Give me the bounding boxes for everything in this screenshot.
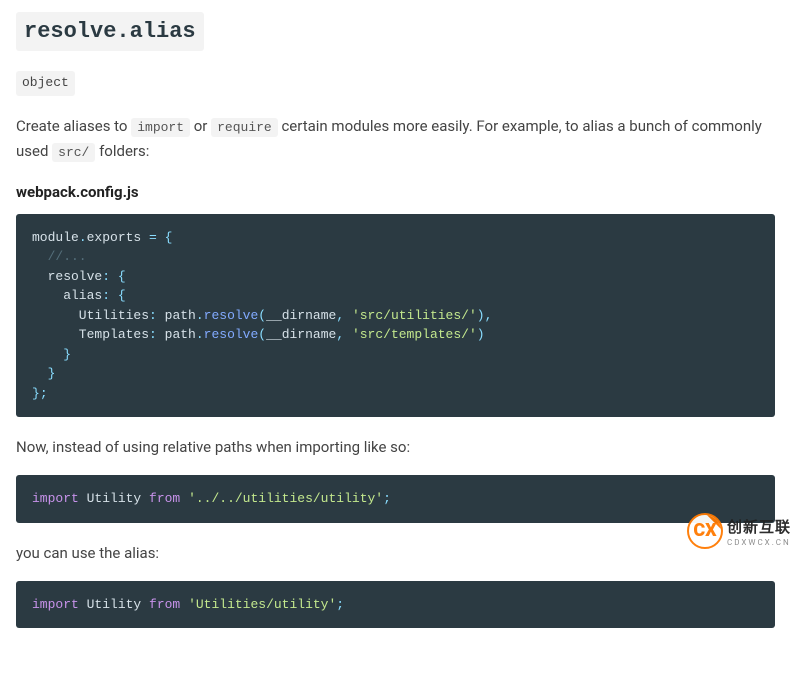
watermark-logo-icon: CX <box>687 513 723 549</box>
code-block-config: module.exports = { //... resolve: { alia… <box>16 214 775 418</box>
code-block-before: import Utility from '../../utilities/uti… <box>16 475 775 523</box>
intro-paragraph: Create aliases to import or require cert… <box>16 114 775 164</box>
code-block-after: import Utility from 'Utilities/utility'; <box>16 581 775 629</box>
watermark-subtext: CDXWCX.CN <box>727 539 791 547</box>
mid-paragraph-2: you can use the alias: <box>16 541 775 565</box>
inline-code-require: require <box>211 118 278 137</box>
section-heading: resolve.alias <box>16 12 204 51</box>
code-filename: webpack.config.js <box>16 180 775 204</box>
inline-code-import: import <box>131 118 190 137</box>
mid-paragraph-1: Now, instead of using relative paths whe… <box>16 435 775 459</box>
type-badge: object <box>16 71 75 96</box>
watermark: CX 创新互联 CDXWCX.CN <box>687 513 791 549</box>
watermark-text: 创新互联 <box>727 518 791 536</box>
inline-code-src: src/ <box>52 143 95 162</box>
